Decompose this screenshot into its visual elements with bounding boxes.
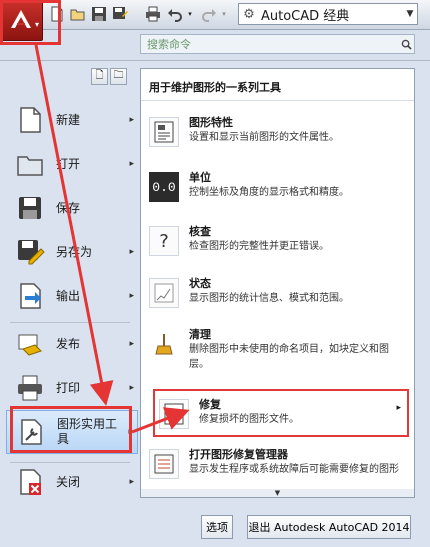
workspace-value: AutoCAD 经典 — [261, 8, 350, 24]
submenu-item-desc: 修复损坏的图形文件。 — [199, 414, 299, 425]
new-icon[interactable] — [48, 5, 66, 23]
save-icon — [12, 190, 48, 226]
menu-item-save-as[interactable]: 另存为 ▸ — [6, 232, 138, 272]
submenu-arrow-icon: ▸ — [129, 383, 134, 393]
submenu-item-purge[interactable]: 清理 删除图形中未使用的命名项目，如块定义和图层。 — [149, 327, 407, 372]
submenu-item-title: 单位 — [189, 171, 211, 184]
submenu-item-title: 清理 — [189, 328, 211, 341]
drawing-properties-icon — [149, 117, 179, 147]
menu-item-label: 发布 — [56, 336, 81, 351]
menu-item-export[interactable]: 输出 ▸ — [6, 276, 138, 316]
redo-icon[interactable] — [200, 5, 218, 23]
menu-item-label: 保存 — [56, 200, 81, 215]
audit-icon: ? — [149, 226, 179, 256]
quick-access-toolbar: ▾ ▾ ⚙ AutoCAD 经典 ▼ — [0, 0, 430, 30]
print-icon[interactable] — [144, 5, 162, 23]
drawing-utilities-icon — [13, 414, 49, 450]
undo-icon[interactable] — [166, 5, 184, 23]
menu-item-label: 新建 — [56, 112, 81, 127]
exit-autocad-button[interactable]: 退出 Autodesk AutoCAD 2014 — [247, 515, 411, 539]
submenu-item-recovery-manager[interactable]: 打开图形修复管理器 显示发生程序或系统故障后可能需要修复的图形 — [149, 447, 407, 480]
submenu-arrow-icon: ▸ — [396, 403, 401, 413]
submenu-item-audit[interactable]: ? 核查 检查图形的完整性并更正错误。 — [149, 224, 407, 256]
submenu-item-drawing-properties[interactable]: 图形特性 设置和显示当前图形的文件属性。 — [149, 115, 407, 147]
submenu-item-title: 图形特性 — [189, 116, 233, 129]
workspace-gear-icon: ⚙ — [243, 6, 255, 22]
menu-item-label: 打印 — [56, 380, 81, 395]
publish-icon — [12, 326, 48, 362]
workspace-dropdown[interactable]: ⚙ AutoCAD 经典 ▼ — [238, 3, 418, 25]
app-menu-chevron-icon: ▾ — [34, 20, 39, 29]
recent-documents-icon[interactable]: 🗋 — [91, 68, 108, 85]
menu-item-label: 另存为 — [56, 244, 93, 259]
autocad-logo-icon — [11, 10, 31, 28]
submenu-item-desc: 控制坐标及角度的显示格式和精度。 — [189, 187, 349, 198]
submenu-item-desc: 删除图形中未使用的命名项目，如块定义和图层。 — [189, 344, 389, 370]
menu-item-print[interactable]: 打印 ▸ — [6, 368, 138, 408]
save-as-icon[interactable] — [111, 5, 129, 23]
menu-item-new[interactable]: 新建 ▸ — [6, 100, 138, 140]
submenu-item-desc: 显示发生程序或系统故障后可能需要修复的图形 — [189, 464, 399, 475]
status-chart-icon — [149, 278, 179, 308]
search-input[interactable] — [141, 35, 398, 53]
application-menu-button[interactable]: ▾ — [1, 1, 43, 41]
menu-item-label: 输出 — [56, 288, 81, 303]
submenu-arrow-icon: ▸ — [129, 247, 134, 257]
recent-documents-toggle: 🗋 🗀 — [91, 68, 127, 85]
menu-footer: 选项 退出 Autodesk AutoCAD 2014 — [140, 508, 430, 547]
menu-item-close[interactable]: 关闭 ▸ — [6, 462, 138, 502]
submenu-item-units[interactable]: 0.0 单位 控制坐标及角度的显示格式和精度。 — [149, 170, 407, 202]
drawing-utilities-submenu: 用于维护图形的一系列工具 图形特性 设置和显示当前图形的文件属性。 0.0 单位… — [140, 68, 415, 498]
scroll-down-icon[interactable]: ▼ — [141, 489, 414, 497]
submenu-item-title: 核查 — [189, 225, 211, 238]
save-icon[interactable] — [90, 5, 108, 23]
submenu-item-recover[interactable]: 修复 修复损坏的图形文件。 ▸ — [153, 389, 409, 437]
submenu-item-status[interactable]: 状态 显示图形的统计信息、模式和范围。 — [149, 276, 407, 308]
options-button[interactable]: 选项 — [201, 515, 233, 539]
purge-broom-icon — [149, 329, 179, 359]
export-icon — [12, 278, 48, 314]
menu-item-label: 关闭 — [56, 474, 81, 489]
submenu-item-title: 修复 — [199, 398, 221, 411]
chevron-down-icon: ▼ — [406, 9, 414, 19]
submenu-arrow-icon: ▸ — [129, 159, 134, 169]
recover-icon — [159, 399, 189, 429]
menu-item-open[interactable]: 打开 ▸ — [6, 144, 138, 184]
menu-item-save[interactable]: 保存 — [6, 188, 138, 228]
submenu-arrow-icon: ▸ — [129, 115, 134, 125]
search-bar — [140, 34, 415, 54]
undo-dropdown-icon[interactable]: ▾ — [186, 5, 194, 23]
submenu-item-title: 状态 — [189, 277, 211, 290]
submenu-header: 用于维护图形的一系列工具 — [141, 69, 414, 101]
redo-dropdown-icon[interactable]: ▾ — [220, 5, 228, 23]
menu-item-label: 图形实用工具 — [57, 417, 118, 446]
submenu-item-desc: 检查图形的完整性并更正错误。 — [189, 241, 329, 252]
submenu-arrow-icon: ▸ — [128, 427, 133, 437]
submenu-item-desc: 显示图形的统计信息、模式和范围。 — [189, 293, 349, 304]
application-menu-list: 新建 ▸ 打开 ▸ 保存 另存为 ▸ 输出 ▸ 发布 ▸ 打印 ▸ 图形实用工具… — [0, 100, 140, 498]
menu-item-drawing-utilities[interactable]: 图形实用工具 ▸ — [6, 410, 138, 454]
print-icon — [12, 370, 48, 406]
submenu-arrow-icon: ▸ — [129, 477, 134, 487]
open-folder-icon — [12, 146, 48, 182]
units-icon: 0.0 — [149, 172, 179, 202]
open-documents-icon[interactable]: 🗀 — [110, 68, 127, 85]
submenu-arrow-icon: ▸ — [129, 291, 134, 301]
close-icon — [12, 464, 48, 500]
recovery-manager-icon — [149, 449, 179, 479]
search-icon[interactable] — [398, 36, 414, 52]
new-document-icon — [12, 102, 48, 138]
submenu-item-title: 打开图形修复管理器 — [189, 448, 288, 461]
menu-divider — [10, 322, 130, 323]
menu-item-label: 打开 — [56, 156, 81, 171]
save-as-icon — [12, 234, 48, 270]
open-icon[interactable] — [69, 5, 87, 23]
submenu-item-desc: 设置和显示当前图形的文件属性。 — [189, 132, 339, 143]
submenu-arrow-icon: ▸ — [129, 339, 134, 349]
menu-item-publish[interactable]: 发布 ▸ — [6, 324, 138, 364]
